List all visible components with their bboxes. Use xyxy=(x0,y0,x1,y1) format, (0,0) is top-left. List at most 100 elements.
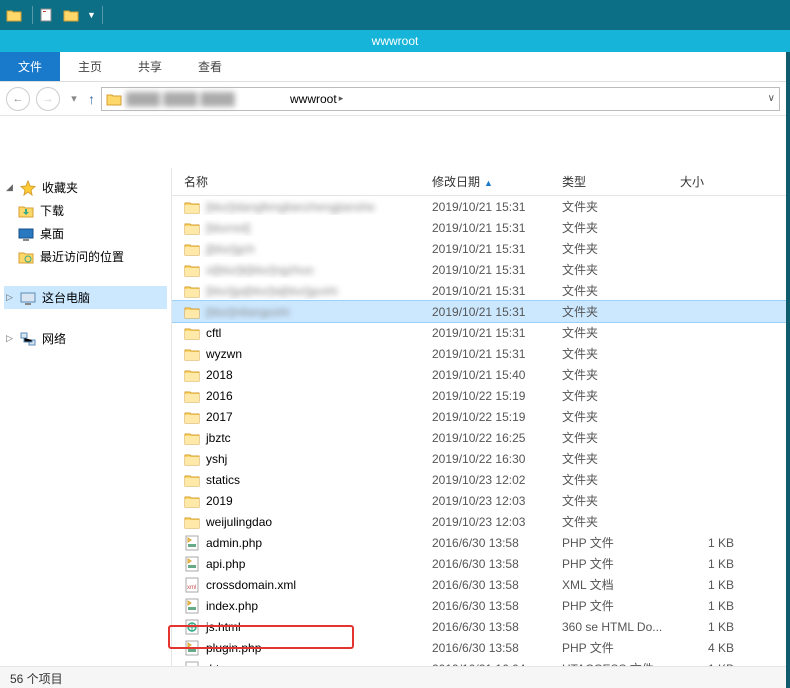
window-title: wwwroot xyxy=(372,34,419,48)
nav-recent[interactable]: 最近访问的位置 xyxy=(4,245,167,268)
folder-icon xyxy=(184,514,200,530)
address-segment[interactable]: wwwroot ▸ xyxy=(290,92,343,106)
address-bar[interactable]: ████ ████ ████ wwwroot ▸ ∨ xyxy=(101,87,780,111)
folder-icon xyxy=(184,262,200,278)
table-row[interactable]: admin.php2016/6/30 13:58PHP 文件1 KB xyxy=(172,532,786,553)
html-icon xyxy=(184,619,200,635)
address-segment-blurred: ████ ████ ████ xyxy=(126,92,286,106)
xml-icon: xml xyxy=(184,577,200,593)
folder-icon xyxy=(106,91,122,107)
file-date: 2019/10/22 15:19 xyxy=(432,410,562,424)
file-size: 1 KB xyxy=(680,557,740,571)
file-type: PHP 文件 xyxy=(562,534,680,551)
table-row[interactable]: j[blur]gch2019/10/21 15:31文件夹 xyxy=(172,238,786,259)
column-headers: 名称 修改日期▲ 类型 大小 xyxy=(172,168,786,196)
window-title-bar: wwwroot xyxy=(0,30,790,52)
column-size[interactable]: 大小 xyxy=(680,173,740,190)
table-row[interactable]: weijulingdao2019/10/23 12:03文件夹 xyxy=(172,511,786,532)
file-date: 2019/10/21 15:31 xyxy=(432,263,562,277)
file-type: 文件夹 xyxy=(562,282,680,299)
php-icon xyxy=(184,640,200,656)
properties-icon[interactable] xyxy=(39,5,59,25)
navigation-pane: ◢ 收藏夹 下载 桌面 最近访问的位置 xyxy=(0,168,172,666)
table-row[interactable]: [blur]inliangushi2019/10/21 15:31文件夹 xyxy=(172,301,786,322)
quick-access-toolbar: ▼ xyxy=(0,0,790,30)
nav-this-pc[interactable]: ▷ 这台电脑 xyxy=(4,286,167,309)
separator xyxy=(32,6,33,24)
file-type: 文件夹 xyxy=(562,513,680,530)
table-row[interactable]: 20182019/10/21 15:40文件夹 xyxy=(172,364,786,385)
nav-downloads[interactable]: 下载 xyxy=(4,199,167,222)
qat-dropdown-icon[interactable]: ▼ xyxy=(87,10,96,20)
table-row[interactable]: cftl2019/10/21 15:31文件夹 xyxy=(172,322,786,343)
table-row[interactable]: jbztc2019/10/22 16:25文件夹 xyxy=(172,427,786,448)
table-row[interactable]: api.php2016/6/30 13:58PHP 文件1 KB xyxy=(172,553,786,574)
file-type: 文件夹 xyxy=(562,366,680,383)
table-row[interactable]: [blur]idangfenglianzhengjianshe2019/10/2… xyxy=(172,196,786,217)
table-row[interactable]: js.html2016/6/30 13:58360 se HTML Do...1… xyxy=(172,616,786,637)
status-bar: 56 个项目 xyxy=(0,666,786,688)
caret-right-icon: ▸ xyxy=(339,93,344,104)
file-size: 1 KB xyxy=(680,536,740,550)
folder-icon xyxy=(184,199,200,215)
table-row[interactable]: xmlcrossdomain.xml2016/6/30 13:58XML 文档1… xyxy=(172,574,786,595)
file-date: 2016/6/30 13:58 xyxy=(432,599,562,613)
column-name[interactable]: 名称 xyxy=(172,173,432,190)
file-list[interactable]: [blur]idangfenglianzhengjianshe2019/10/2… xyxy=(172,196,786,666)
column-date[interactable]: 修改日期▲ xyxy=(432,173,562,190)
nav-network[interactable]: ▷ 网络 xyxy=(4,327,167,350)
separator xyxy=(102,6,103,24)
file-type: 文件夹 xyxy=(562,492,680,509)
nav-desktop[interactable]: 桌面 xyxy=(4,222,167,245)
file-type: 文件夹 xyxy=(562,408,680,425)
file-type: XML 文档 xyxy=(562,576,680,593)
folder-icon xyxy=(6,5,26,25)
file-name: [blur]inliangushi xyxy=(206,305,289,319)
table-row[interactable]: yshj2019/10/22 16:30文件夹 xyxy=(172,448,786,469)
file-date: 2019/10/23 12:03 xyxy=(432,494,562,508)
file-type: PHP 文件 xyxy=(562,555,680,572)
computer-icon xyxy=(20,290,36,306)
navigation-row: ← → ▾ ↑ ████ ████ ████ wwwroot ▸ ∨ xyxy=(0,82,786,116)
file-type: 文件夹 xyxy=(562,345,680,362)
history-dropdown-icon[interactable]: ▾ xyxy=(66,87,82,111)
file-date: 2019/10/21 15:31 xyxy=(432,326,562,340)
ribbon-tabs: 文件 主页 共享 查看 xyxy=(0,52,786,82)
file-name: statics xyxy=(206,473,240,487)
tab-file[interactable]: 文件 xyxy=(0,52,60,81)
table-row[interactable]: .htaccess2019/10/21 16:04HTACCESS 文件1 KB xyxy=(172,658,786,666)
folder-icon xyxy=(184,304,200,320)
folder-icon xyxy=(184,388,200,404)
file-date: 2019/10/21 15:31 xyxy=(432,347,562,361)
file-type: 文件夹 xyxy=(562,198,680,215)
table-row[interactable]: [blurred]2019/10/21 15:31文件夹 xyxy=(172,217,786,238)
nav-favorites[interactable]: ◢ 收藏夹 xyxy=(4,176,167,199)
tab-view[interactable]: 查看 xyxy=(180,52,240,81)
table-row[interactable]: index.php2016/6/30 13:58PHP 文件1 KB xyxy=(172,595,786,616)
table-row[interactable]: [blur]ga[blur]ia[blur]gushi2019/10/21 15… xyxy=(172,280,786,301)
table-row[interactable]: 20172019/10/22 15:19文件夹 xyxy=(172,406,786,427)
file-type: 文件夹 xyxy=(562,450,680,467)
tab-share[interactable]: 共享 xyxy=(120,52,180,81)
expand-icon: ▷ xyxy=(6,292,14,303)
forward-button[interactable]: → xyxy=(36,87,60,111)
table-row[interactable]: wyzwn2019/10/21 15:31文件夹 xyxy=(172,343,786,364)
sort-asc-icon: ▲ xyxy=(484,178,493,188)
file-date: 2019/10/21 15:31 xyxy=(432,221,562,235)
column-type[interactable]: 类型 xyxy=(562,173,680,190)
table-row[interactable]: statics2019/10/23 12:02文件夹 xyxy=(172,469,786,490)
folder-icon xyxy=(184,430,200,446)
file-name: js.html xyxy=(206,620,241,634)
file-name: [blurred] xyxy=(206,221,250,235)
new-folder-icon[interactable] xyxy=(63,5,83,25)
up-button[interactable]: ↑ xyxy=(88,91,95,107)
file-name: cftl xyxy=(206,326,221,340)
table-row[interactable]: 20162019/10/22 15:19文件夹 xyxy=(172,385,786,406)
file-date: 2016/6/30 13:58 xyxy=(432,557,562,571)
dropdown-icon[interactable]: ∨ xyxy=(768,93,775,104)
table-row[interactable]: xi[blur]k[blur]ngzhuo2019/10/21 15:31文件夹 xyxy=(172,259,786,280)
tab-home[interactable]: 主页 xyxy=(60,52,120,81)
table-row[interactable]: plugin.php2016/6/30 13:58PHP 文件4 KB xyxy=(172,637,786,658)
back-button[interactable]: ← xyxy=(6,87,30,111)
table-row[interactable]: 20192019/10/23 12:03文件夹 xyxy=(172,490,786,511)
